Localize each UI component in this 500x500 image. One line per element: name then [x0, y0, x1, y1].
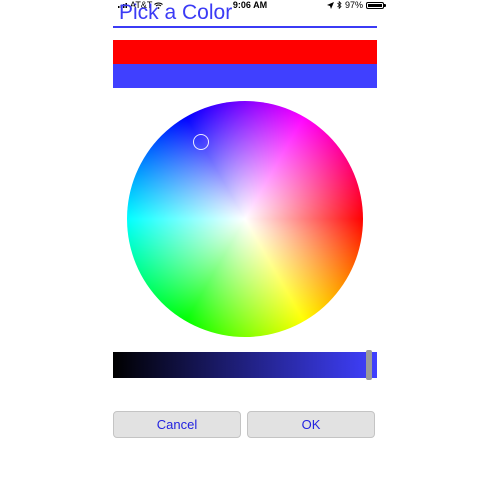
bluetooth-icon — [337, 1, 342, 9]
status-bar: AT&T 9:06 AM 97% — [0, 0, 500, 12]
battery-percent: 97% — [344, 0, 363, 10]
cancel-button[interactable]: Cancel — [113, 411, 241, 438]
ok-button[interactable]: OK — [247, 411, 375, 438]
location-arrow-icon — [326, 1, 334, 9]
battery-icon — [366, 1, 386, 9]
brightness-slider-handle[interactable] — [366, 350, 373, 380]
brightness-slider[interactable] — [113, 350, 377, 380]
color-wheel-handle[interactable] — [192, 134, 209, 151]
battery-level — [368, 3, 382, 7]
status-right-group: 97% — [326, 0, 386, 10]
color-wheel[interactable] — [127, 101, 363, 337]
dialog-title: Pick a Color — [119, 1, 233, 24]
selected-color-swatch — [113, 64, 377, 88]
status-time: 9:06 AM — [232, 0, 268, 10]
original-color-swatch — [113, 40, 377, 64]
title-divider — [113, 26, 377, 28]
